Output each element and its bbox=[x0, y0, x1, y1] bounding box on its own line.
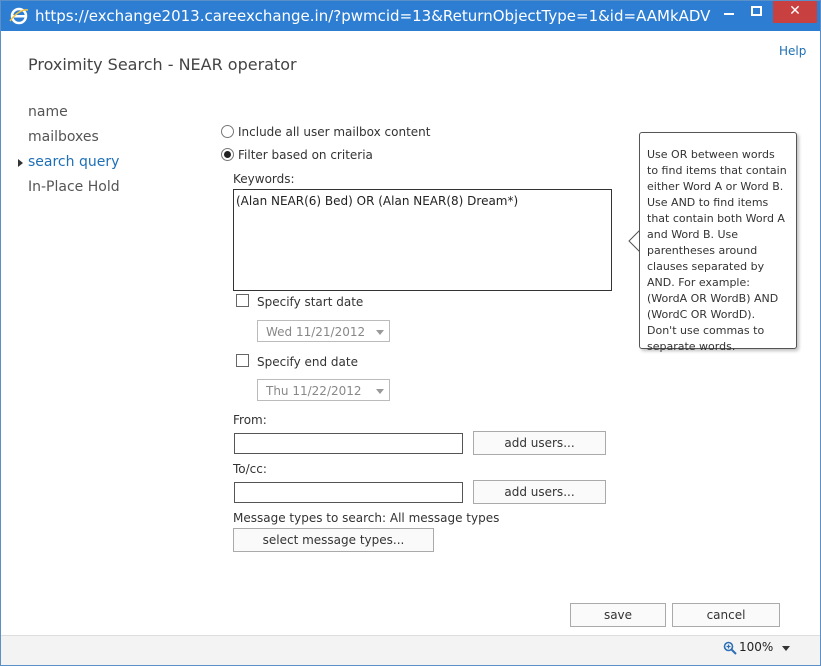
keywords-textarea[interactable]: (Alan NEAR(6) Bed) OR (Alan NEAR(8) Drea… bbox=[233, 189, 612, 291]
maximize-icon bbox=[751, 6, 762, 16]
start-date-select[interactable]: Wed 11/21/2012 bbox=[257, 320, 390, 342]
start-date-label: Specify start date bbox=[257, 295, 364, 309]
status-bar bbox=[1, 635, 820, 665]
cancel-button[interactable]: cancel bbox=[672, 603, 780, 627]
radio-button-checked[interactable] bbox=[221, 148, 234, 161]
minimize-button[interactable] bbox=[715, 1, 743, 23]
keywords-label: Keywords: bbox=[233, 172, 295, 186]
tocc-input[interactable] bbox=[234, 482, 463, 503]
dialog-title: Proximity Search - NEAR operator bbox=[28, 55, 297, 74]
message-types-label: Message types to search: bbox=[233, 511, 387, 525]
add-users-tocc-button[interactable]: add users... bbox=[473, 480, 606, 504]
select-message-types-button[interactable]: select message types... bbox=[233, 528, 434, 552]
radio-label: Filter based on criteria bbox=[238, 148, 373, 162]
nav-item-mailboxes[interactable]: mailboxes bbox=[28, 129, 99, 145]
end-date-label: Specify end date bbox=[257, 355, 358, 369]
message-types-summary: Message types to search: All message typ… bbox=[233, 511, 499, 525]
zoom-dropdown-icon[interactable] bbox=[782, 646, 790, 651]
nav-item-name[interactable]: name bbox=[28, 104, 68, 120]
tocc-label: To/cc: bbox=[233, 462, 267, 476]
from-input[interactable] bbox=[234, 433, 463, 454]
radio-button[interactable] bbox=[221, 125, 234, 138]
chevron-down-icon bbox=[376, 330, 384, 335]
save-button[interactable]: save bbox=[570, 603, 666, 627]
maximize-button[interactable] bbox=[743, 1, 771, 23]
message-types-value: All message types bbox=[389, 511, 500, 525]
end-date-value: Thu 11/22/2012 bbox=[266, 384, 362, 398]
keywords-help-tooltip: Use OR between words to find items that … bbox=[639, 132, 797, 353]
minimize-icon bbox=[724, 13, 734, 15]
nav-item-search-query[interactable]: search query bbox=[18, 154, 120, 170]
window-title: https://exchange2013.careexchange.in/?pw… bbox=[35, 7, 711, 25]
zoom-level[interactable]: 100% bbox=[739, 640, 773, 654]
end-date-checkbox[interactable] bbox=[236, 354, 249, 367]
start-date-checkbox[interactable] bbox=[236, 294, 249, 307]
radio-include-all[interactable]: Include all user mailbox content bbox=[221, 125, 430, 139]
add-users-from-button[interactable]: add users... bbox=[473, 431, 606, 455]
close-button[interactable]: ✕ bbox=[773, 1, 817, 23]
close-icon: ✕ bbox=[789, 3, 801, 19]
nav-item-in-place-hold[interactable]: In-Place Hold bbox=[28, 179, 120, 195]
browser-window: https://exchange2013.careexchange.in/?pw… bbox=[0, 0, 821, 666]
start-date-value: Wed 11/21/2012 bbox=[266, 325, 366, 339]
help-link[interactable]: Help bbox=[779, 44, 806, 58]
chevron-down-icon bbox=[376, 389, 384, 394]
ie-icon bbox=[9, 7, 29, 25]
radio-filter-criteria[interactable]: Filter based on criteria bbox=[221, 148, 373, 162]
nav-item-label: search query bbox=[28, 154, 120, 170]
title-bar: https://exchange2013.careexchange.in/?pw… bbox=[1, 1, 820, 31]
selected-arrow-icon bbox=[18, 159, 23, 167]
end-date-select[interactable]: Thu 11/22/2012 bbox=[257, 379, 390, 401]
from-label: From: bbox=[233, 413, 267, 427]
radio-label: Include all user mailbox content bbox=[238, 125, 431, 139]
zoom-icon bbox=[723, 641, 737, 655]
